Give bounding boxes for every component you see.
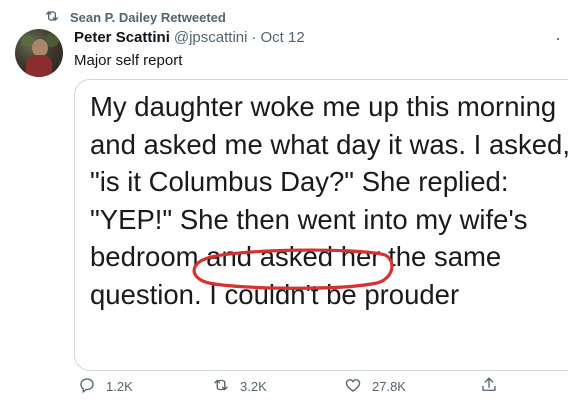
retweet-count: 3.2K [240, 379, 267, 394]
tweet-header: Peter Scattini @jpscattini · Oct 12 [74, 29, 305, 46]
share-button[interactable] [480, 376, 498, 397]
reply-count: 1.2K [106, 379, 133, 394]
like-button[interactable]: 27.8K [344, 376, 406, 397]
tweet-text: Major self report [74, 52, 183, 69]
reply-icon [78, 376, 96, 397]
author-name[interactable]: Peter Scattini [74, 29, 170, 46]
reply-button[interactable]: 1.2K [78, 376, 133, 397]
tweet-media-image[interactable]: My daughter woke me up this morning and … [74, 79, 568, 371]
retweet-banner[interactable]: Sean P. Dailey Retweeted [44, 8, 226, 27]
like-count: 27.8K [372, 379, 406, 394]
media-quote-text: My daughter woke me up this morning and … [90, 91, 568, 310]
separator-dot: · [251, 29, 257, 46]
tweet-actions: 1.2K 3.2K 27.8K [74, 376, 568, 404]
retweet-icon [212, 376, 230, 397]
author-handle[interactable]: @jpscattini [174, 29, 248, 46]
retweet-icon [44, 8, 60, 27]
tweet-date[interactable]: Oct 12 [260, 29, 304, 46]
share-icon [480, 376, 498, 397]
more-icon[interactable]: · [555, 28, 562, 49]
retweet-banner-text: Sean P. Dailey Retweeted [70, 10, 226, 25]
heart-icon [344, 376, 362, 397]
retweet-button[interactable]: 3.2K [212, 376, 267, 397]
avatar[interactable] [15, 29, 63, 77]
